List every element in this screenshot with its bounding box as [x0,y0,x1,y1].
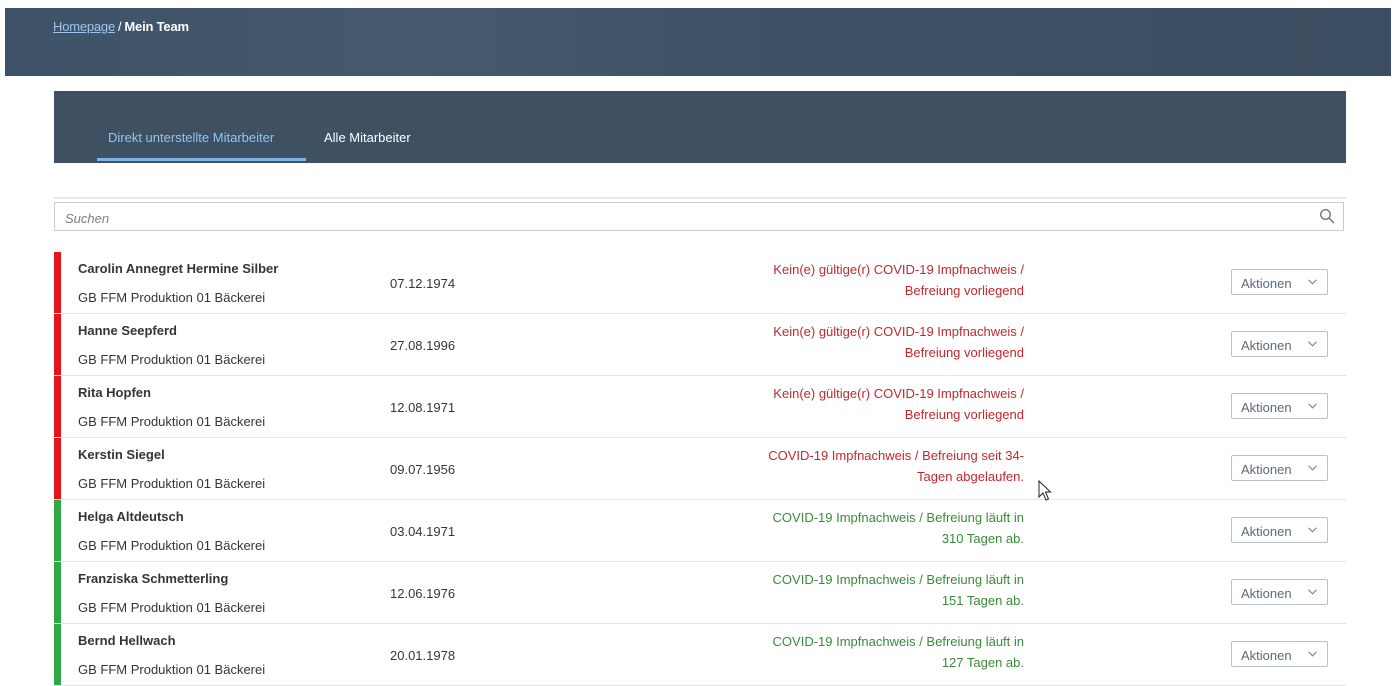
vaccination-status-line2: 127 Tagen ab. [941,655,1024,670]
actions-button[interactable]: Aktionen [1231,517,1328,543]
employee-row[interactable]: Franziska Schmetterling GB FFM Produktio… [54,562,1346,624]
actions-button[interactable]: Aktionen [1231,269,1328,295]
vaccination-status: Kein(e) gültige(r) COVID-19 Impfnachweis… [604,383,1024,425]
actions-button[interactable]: Aktionen [1231,393,1328,419]
tab-header: Direkt unterstellte Mitarbeiter Alle Mit… [54,91,1346,163]
shell-bar [5,8,1391,76]
breadcrumb-separator: / [118,19,122,34]
vaccination-status: COVID-19 Impfnachweis / Befreiung läuft … [604,507,1024,549]
employee-department: GB FFM Produktion 01 Bäckerei [78,538,266,553]
employee-list: Carolin Annegret Hermine Silber GB FFM P… [54,252,1346,686]
status-indicator-bar [54,500,61,561]
actions-button-label: Aktionen [1241,338,1292,353]
employee-row[interactable]: Kerstin Siegel GB FFM Produktion 01 Bäck… [54,438,1346,500]
employee-birthdate: 27.08.1996 [390,338,456,353]
employee-department: GB FFM Produktion 01 Bäckerei [78,476,266,491]
tab-all-employees[interactable]: Alle Mitarbeiter [324,130,411,145]
breadcrumb: Homepage / Mein Team [53,19,189,34]
status-indicator-bar [54,624,61,685]
vaccination-status-line1: Kein(e) gültige(r) COVID-19 Impfnachweis… [773,324,1024,339]
vaccination-status-line2: 310 Tagen ab. [941,531,1024,546]
chevron-down-icon [1308,465,1317,471]
employee-name: Franziska Schmetterling [78,571,229,586]
search-field [54,202,1344,231]
vaccination-status-line1: COVID-19 Impfnachweis / Befreiung läuft … [772,510,1024,525]
actions-button-label: Aktionen [1241,524,1292,539]
actions-button[interactable]: Aktionen [1231,641,1328,667]
active-tab-indicator [97,158,306,161]
breadcrumb-home-link[interactable]: Homepage [53,19,115,34]
chevron-down-icon [1308,279,1317,285]
vaccination-status-line2: Befreiung vorliegend [904,283,1024,298]
actions-button-label: Aktionen [1241,400,1292,415]
status-indicator-bar [54,438,61,499]
employee-row[interactable]: Rita Hopfen GB FFM Produktion 01 Bäckere… [54,376,1346,438]
actions-button[interactable]: Aktionen [1231,579,1328,605]
employee-department: GB FFM Produktion 01 Bäckerei [78,290,266,305]
status-indicator-bar [54,376,61,437]
breadcrumb-current: Mein Team [124,19,189,34]
vaccination-status-line2: Tagen abgelaufen. [917,469,1024,484]
vaccination-status-line1: COVID-19 Impfnachweis / Befreiung läuft … [772,572,1024,587]
vaccination-status-line1: COVID-19 Impfnachweis / Befreiung seit 3… [768,448,1024,463]
vaccination-status: COVID-19 Impfnachweis / Befreiung läuft … [604,631,1024,673]
vaccination-status: COVID-19 Impfnachweis / Befreiung seit 3… [604,445,1024,487]
chevron-down-icon [1308,403,1317,409]
employee-row[interactable]: Bernd Hellwach GB FFM Produktion 01 Bäck… [54,624,1346,686]
employee-name: Rita Hopfen [78,385,151,400]
vaccination-status-line2: Befreiung vorliegend [904,345,1024,360]
actions-button-label: Aktionen [1241,462,1292,477]
search-input[interactable] [63,208,1307,228]
employee-birthdate: 07.12.1974 [390,276,456,291]
employee-birthdate: 20.01.1978 [390,648,456,663]
status-indicator-bar [54,252,61,313]
actions-button-label: Aktionen [1241,586,1292,601]
employee-name: Kerstin Siegel [78,447,165,462]
employee-row[interactable]: Hanne Seepferd GB FFM Produktion 01 Bäck… [54,314,1346,376]
search-icon[interactable] [1319,208,1335,224]
chevron-down-icon [1308,527,1317,533]
vaccination-status: COVID-19 Impfnachweis / Befreiung läuft … [604,569,1024,611]
employee-name: Helga Altdeutsch [78,509,184,524]
vaccination-status-line2: 151 Tagen ab. [941,593,1024,608]
tab-direct-reports[interactable]: Direkt unterstellte Mitarbeiter [108,130,274,145]
employee-birthdate: 12.08.1971 [390,400,456,415]
vaccination-status-line1: COVID-19 Impfnachweis / Befreiung läuft … [772,634,1024,649]
employee-birthdate: 09.07.1956 [390,462,456,477]
vaccination-status: Kein(e) gültige(r) COVID-19 Impfnachweis… [604,259,1024,301]
employee-birthdate: 03.04.1971 [390,524,456,539]
tab-content-toolbar [54,163,1346,199]
actions-button-label: Aktionen [1241,648,1292,663]
employee-name: Bernd Hellwach [78,633,176,648]
employee-name: Carolin Annegret Hermine Silber [78,261,279,276]
employee-name: Hanne Seepferd [78,323,177,338]
employee-department: GB FFM Produktion 01 Bäckerei [78,352,266,367]
employee-department: GB FFM Produktion 01 Bäckerei [78,414,266,429]
employee-row[interactable]: Helga Altdeutsch GB FFM Produktion 01 Bä… [54,500,1346,562]
chevron-down-icon [1308,589,1317,595]
mouse-cursor-icon [1038,480,1052,501]
vaccination-status-line2: Befreiung vorliegend [904,407,1024,422]
chevron-down-icon [1308,341,1317,347]
employee-department: GB FFM Produktion 01 Bäckerei [78,600,266,615]
vaccination-status: Kein(e) gültige(r) COVID-19 Impfnachweis… [604,321,1024,363]
actions-button-label: Aktionen [1241,276,1292,291]
status-indicator-bar [54,314,61,375]
vaccination-status-line1: Kein(e) gültige(r) COVID-19 Impfnachweis… [773,262,1024,277]
employee-row[interactable]: Carolin Annegret Hermine Silber GB FFM P… [54,252,1346,314]
employee-department: GB FFM Produktion 01 Bäckerei [78,662,266,677]
vaccination-status-line1: Kein(e) gültige(r) COVID-19 Impfnachweis… [773,386,1024,401]
chevron-down-icon [1308,651,1317,657]
status-indicator-bar [54,562,61,623]
actions-button[interactable]: Aktionen [1231,455,1328,481]
actions-button[interactable]: Aktionen [1231,331,1328,357]
employee-birthdate: 12.06.1976 [390,586,456,601]
